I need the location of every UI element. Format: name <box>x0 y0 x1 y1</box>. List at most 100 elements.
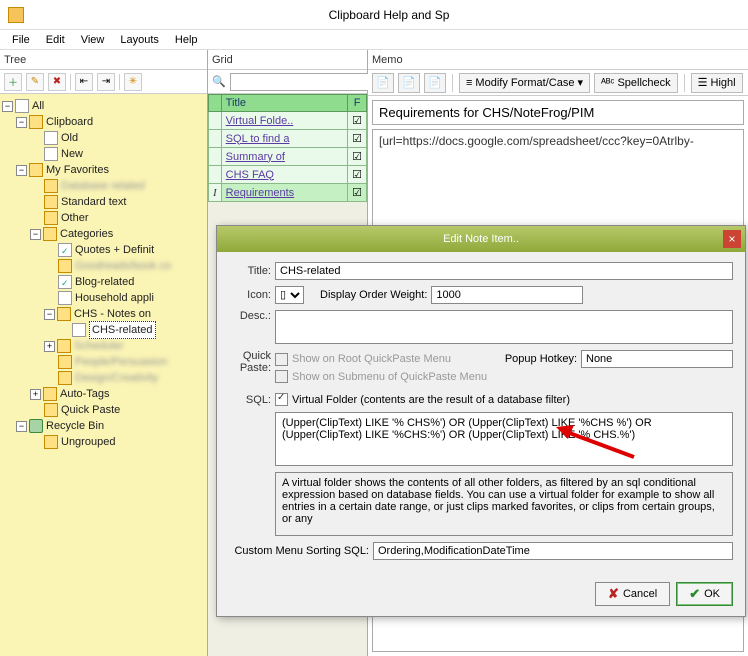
tree-item-household[interactable]: Household appli <box>75 290 154 306</box>
desc-input[interactable] <box>275 310 733 344</box>
title-label: Title: <box>229 265 271 277</box>
tree-item-new[interactable]: New <box>61 146 83 162</box>
tree-item-categories[interactable]: Categories <box>60 226 113 242</box>
folder-icon <box>44 403 58 417</box>
tree-item-clipboard[interactable]: Clipboard <box>46 114 93 130</box>
dialog-title: Edit Note Item.. <box>443 233 519 245</box>
sql-textarea[interactable]: (Upper(ClipText) LIKE '% CHS%') OR (Uppe… <box>275 412 733 466</box>
menu-view[interactable]: View <box>73 32 113 48</box>
grid-cell-check[interactable]: ☑ <box>348 184 367 202</box>
grid-table: Title F Virtual Folde..☑ SQL to find a☑ … <box>208 94 367 202</box>
ok-button[interactable]: ✔ OK <box>676 582 733 606</box>
close-button[interactable]: × <box>723 230 741 248</box>
menu-layouts[interactable]: Layouts <box>112 32 167 48</box>
grid-col-title[interactable]: Title <box>221 95 347 112</box>
menu-help[interactable]: Help <box>167 32 206 48</box>
window-title: Clipboard Help and Sp <box>30 8 748 22</box>
check-icon: ✔ <box>689 586 700 602</box>
ok-label: OK <box>704 588 720 600</box>
grid-cell-title[interactable]: Summary of <box>221 148 347 166</box>
grid-cell-check[interactable]: ☑ <box>348 130 367 148</box>
memo-save-button[interactable]: 📄 <box>424 73 446 93</box>
grid-cell-title[interactable]: CHS FAQ <box>221 166 347 184</box>
tree-panel: Tree ＋ ✎ ✖ ⇤ ⇥ ✳ −All −Clipboard Old New… <box>0 50 208 656</box>
expand-toggle[interactable]: − <box>30 229 41 240</box>
display-order-weight-label: Display Order Weight: <box>320 289 427 301</box>
tree-header: Tree <box>0 50 207 70</box>
virtual-folder-checkbox[interactable] <box>275 393 288 406</box>
grid-search-input[interactable] <box>230 73 374 91</box>
cancel-button[interactable]: ✘Cancel <box>595 582 670 606</box>
tree-item-quotes[interactable]: Quotes + Definit <box>75 242 154 258</box>
highlight-button[interactable]: ☰Highl <box>691 73 743 93</box>
grid-col-f[interactable]: F <box>348 95 367 112</box>
memo-new-button[interactable]: 📄 <box>398 73 420 93</box>
tree-item-quickpaste[interactable]: Quick Paste <box>61 402 120 418</box>
dialog-title-bar[interactable]: Edit Note Item.. × <box>217 226 745 252</box>
tree-item-chsnotes[interactable]: CHS - Notes on <box>74 306 151 322</box>
memo-header: Memo <box>368 50 748 70</box>
tree-indent-right-button[interactable]: ⇥ <box>97 73 115 91</box>
tree-gear-button[interactable]: ✳ <box>124 73 142 91</box>
spellcheck-label: Spellcheck <box>617 77 670 89</box>
window-title-bar: Clipboard Help and Sp <box>0 0 748 30</box>
tree-item-autotags[interactable]: Auto-Tags <box>60 386 110 402</box>
tree-indent-left-button[interactable]: ⇤ <box>75 73 93 91</box>
tree-item-all[interactable]: All <box>32 98 44 114</box>
expand-toggle[interactable]: − <box>2 101 13 112</box>
grid-cell-check[interactable]: ☑ <box>348 148 367 166</box>
menu-file[interactable]: File <box>4 32 38 48</box>
folder-icon <box>58 259 72 273</box>
tree-item-old[interactable]: Old <box>61 130 78 146</box>
toolbar-separator <box>70 74 71 90</box>
grid-row-indicator: I <box>209 184 222 202</box>
grid-cell-title[interactable]: Virtual Folde.. <box>221 112 347 130</box>
expand-toggle[interactable]: − <box>16 421 27 432</box>
tree-item-blurred[interactable]: Database related <box>61 178 145 194</box>
tree-item-blurred[interactable]: Scheduler <box>74 338 124 354</box>
grid-cell-title[interactable]: Requirements <box>221 184 347 202</box>
tree-edit-button[interactable]: ✎ <box>26 73 44 91</box>
expand-toggle[interactable]: − <box>16 165 27 176</box>
page-icon <box>15 99 29 113</box>
expand-toggle[interactable]: + <box>30 389 41 400</box>
display-order-weight-input[interactable] <box>431 286 583 304</box>
popup-hotkey-input[interactable] <box>581 350 733 368</box>
grid-cell-check[interactable]: ☑ <box>348 112 367 130</box>
spellcheck-button[interactable]: ᴬᴮᶜSpellcheck <box>594 73 678 93</box>
tree-item-standardtext[interactable]: Standard text <box>61 194 126 210</box>
tree-body[interactable]: −All −Clipboard Old New −My Favorites Da… <box>0 94 207 656</box>
expand-toggle[interactable]: + <box>44 341 55 352</box>
quickpaste-submenu-label: Show on Submenu of QuickPaste Menu <box>292 371 487 383</box>
folder-icon <box>43 387 57 401</box>
grid-cell-title[interactable]: SQL to find a <box>221 130 347 148</box>
menu-bar: File Edit View Layouts Help <box>0 30 748 50</box>
memo-copy-button[interactable]: 📄 <box>372 73 394 93</box>
menu-edit[interactable]: Edit <box>38 32 73 48</box>
tree-item-blurred[interactable]: Design/Creativity <box>75 370 158 386</box>
tree-item-other[interactable]: Other <box>61 210 89 226</box>
custom-menu-sql-input[interactable] <box>373 542 733 560</box>
tree-item-myfavorites[interactable]: My Favorites <box>46 162 109 178</box>
tree-item-blurred[interactable]: People/Persuasion <box>75 354 167 370</box>
tree-delete-button[interactable]: ✖ <box>48 73 66 91</box>
tree-add-button[interactable]: ＋ <box>4 73 22 91</box>
tree-item-ungrouped[interactable]: Ungrouped <box>61 434 115 450</box>
sql-label: SQL: <box>229 394 271 406</box>
toolbar-separator <box>684 74 685 92</box>
icon-select[interactable]: ▯ <box>275 286 304 304</box>
modify-format-button[interactable]: ≡Modify Format/Case▾ <box>459 73 590 93</box>
quickpaste-submenu-checkbox[interactable] <box>275 370 288 383</box>
tree-item-blurred[interactable]: Goodreads/book co <box>75 258 171 274</box>
folder-icon <box>29 115 43 129</box>
tree-item-blog[interactable]: Blog-related <box>75 274 134 290</box>
expand-toggle[interactable]: − <box>44 309 55 320</box>
title-input[interactable] <box>275 262 733 280</box>
tree-item-chsrelated-selected[interactable]: CHS-related <box>89 321 156 339</box>
quickpaste-root-checkbox[interactable] <box>275 353 288 366</box>
grid-cell-check[interactable]: ☑ <box>348 166 367 184</box>
grid-row-indicator <box>209 112 222 130</box>
expand-toggle[interactable]: − <box>16 117 27 128</box>
tree-item-recyclebin[interactable]: Recycle Bin <box>46 418 104 434</box>
memo-title-field[interactable]: Requirements for CHS/NoteFrog/PIM <box>372 100 744 125</box>
